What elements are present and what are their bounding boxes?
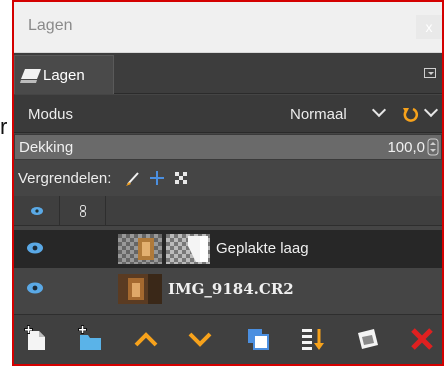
lock-position-icon[interactable] (148, 169, 166, 187)
eye-icon[interactable] (27, 242, 43, 254)
tab-menu-icon[interactable] (424, 68, 436, 78)
tab-label: Lagen (43, 67, 85, 84)
dock-title: Lagen (28, 17, 73, 34)
new-layer-group-icon[interactable] (76, 325, 104, 353)
lower-layer-icon[interactable] (186, 325, 214, 353)
duplicate-layer-icon[interactable] (244, 325, 272, 353)
mode-label: Modus (28, 106, 74, 123)
layer-thumbnail[interactable] (118, 234, 162, 264)
layer-name[interactable]: Geplakte laag (216, 240, 309, 257)
lock-row: Vergrendelen: (14, 161, 442, 195)
new-layer-icon[interactable] (22, 325, 50, 353)
eye-icon (31, 207, 43, 215)
chain-icon (80, 205, 86, 217)
layer-row[interactable]: IMG_9184.CR2 (14, 270, 442, 308)
chain-column-header[interactable] (60, 196, 106, 226)
layer-row[interactable]: Geplakte laag (14, 230, 442, 268)
layer-list-header (14, 196, 442, 226)
mode-value: Normaal (290, 106, 347, 123)
opacity-slider[interactable]: Dekking 100,0 (14, 134, 442, 160)
eye-icon[interactable] (27, 282, 43, 294)
layer-mask-thumbnail[interactable] (166, 234, 210, 264)
dock-titlebar[interactable]: Lagen x (14, 2, 442, 53)
lock-alpha-icon[interactable] (172, 169, 190, 187)
chevron-down-icon (423, 102, 439, 118)
visibility-column-header[interactable] (14, 196, 60, 226)
lock-pixels-icon[interactable] (124, 169, 142, 187)
layers-dock: Lagen x Lagen Modus Normaal Dekking 100,… (12, 0, 444, 366)
opacity-value: 100,0 (387, 139, 425, 156)
composite-mode-button[interactable] (396, 100, 442, 128)
opacity-label: Dekking (19, 139, 74, 156)
close-button[interactable]: x (416, 15, 442, 39)
layers-toolbar (14, 314, 442, 364)
add-mask-icon[interactable] (354, 325, 382, 353)
composite-mode-icon (403, 107, 419, 122)
mode-row: Modus Normaal (14, 95, 442, 133)
tab-layers[interactable]: Lagen (14, 55, 114, 94)
merge-down-icon[interactable] (298, 325, 326, 353)
delete-layer-icon[interactable] (408, 325, 436, 353)
background-text-fragment: r (0, 114, 8, 139)
chevron-down-icon (371, 102, 387, 118)
opacity-fill (15, 135, 441, 159)
layer-thumbnail[interactable] (118, 274, 162, 304)
layer-name[interactable]: IMG_9184.CR2 (168, 280, 294, 298)
tab-strip: Lagen (14, 53, 442, 94)
layers-icon (20, 69, 41, 83)
lock-label: Vergrendelen: (18, 170, 112, 187)
mode-select[interactable]: Normaal (286, 100, 394, 128)
raise-layer-icon[interactable] (132, 325, 160, 353)
spinner-icon[interactable] (427, 138, 439, 156)
layer-list: Geplakte laag IMG_9184.CR2 (14, 227, 442, 317)
